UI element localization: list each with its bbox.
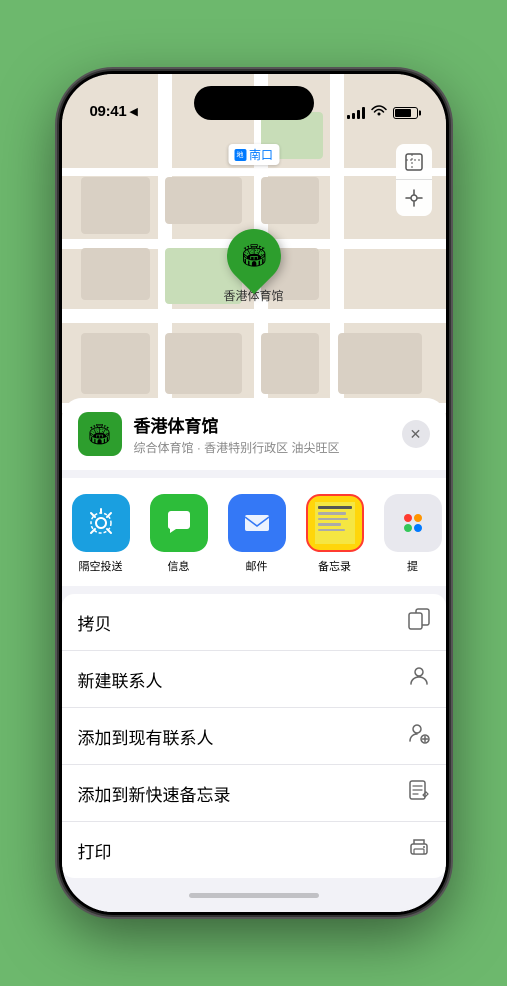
share-item-messages[interactable]: 信息 — [140, 494, 218, 574]
action-print[interactable]: 打印 — [62, 822, 446, 878]
bottom-sheet: 🏟 香港体育馆 综合体育馆 · 香港特别行政区 油尖旺区 ✕ — [62, 398, 446, 912]
mail-icon — [228, 494, 286, 552]
share-item-airdrop[interactable]: 隔空投送 — [62, 494, 140, 574]
home-indicator — [189, 893, 319, 898]
airdrop-icon — [72, 494, 130, 552]
add-note-label: 添加到新快速备忘录 — [78, 781, 231, 806]
location-label: 地 南口 — [228, 144, 279, 165]
add-note-icon — [408, 779, 430, 807]
phone-inner: 09:41 ◀ — [62, 74, 446, 912]
print-label: 打印 — [78, 838, 112, 863]
share-item-notes[interactable]: 备忘录 — [296, 494, 374, 574]
notes-icon — [306, 494, 364, 552]
location-card: 🏟 香港体育馆 综合体育馆 · 香港特别行政区 油尖旺区 ✕ — [62, 398, 446, 470]
messages-label: 信息 — [168, 558, 190, 574]
notes-label: 备忘录 — [318, 558, 351, 574]
add-existing-label: 添加到现有联系人 — [78, 724, 214, 749]
map-controls — [396, 144, 432, 216]
signal-bar-3 — [357, 110, 360, 119]
wifi-icon — [371, 105, 387, 120]
signal-bar-4 — [362, 107, 365, 119]
new-contact-icon — [408, 665, 430, 693]
more-icon — [384, 494, 442, 552]
location-icon: ◀ — [129, 105, 137, 118]
location-button[interactable] — [396, 180, 432, 216]
location-info: 香港体育馆 综合体育馆 · 香港特别行政区 油尖旺区 — [134, 412, 390, 456]
phone-frame: 09:41 ◀ — [59, 71, 449, 915]
pin-bubble: 🏟 — [215, 218, 291, 294]
status-time: 09:41 — [90, 103, 127, 120]
location-name: 香港体育馆 — [134, 412, 390, 437]
copy-label: 拷贝 — [78, 610, 112, 635]
map-type-button[interactable] — [396, 144, 432, 180]
pin-icon: 🏟 — [240, 243, 268, 269]
location-venue-icon: 🏟 — [78, 412, 122, 456]
status-icons — [347, 105, 418, 120]
close-button[interactable]: ✕ — [402, 420, 430, 448]
add-existing-icon — [408, 722, 430, 750]
battery-fill — [395, 109, 412, 117]
map-pin: 🏟 香港体育馆 — [223, 229, 283, 304]
mail-label: 邮件 — [246, 558, 268, 574]
location-address: 综合体育馆 · 香港特别行政区 油尖旺区 — [134, 439, 390, 456]
action-add-existing[interactable]: 添加到现有联系人 — [62, 708, 446, 765]
new-contact-label: 新建联系人 — [78, 667, 163, 692]
share-row: 隔空投送 信息 — [62, 478, 446, 586]
signal-bar-1 — [347, 115, 350, 119]
action-new-contact[interactable]: 新建联系人 — [62, 651, 446, 708]
print-icon — [408, 836, 430, 864]
action-add-note[interactable]: 添加到新快速备忘录 — [62, 765, 446, 822]
home-indicator-area — [62, 878, 446, 912]
action-list: 拷贝 新建联系人 — [62, 594, 446, 878]
action-copy[interactable]: 拷贝 — [62, 594, 446, 651]
messages-icon — [150, 494, 208, 552]
share-item-mail[interactable]: 邮件 — [218, 494, 296, 574]
dynamic-island — [194, 86, 314, 120]
signal-bar-2 — [352, 113, 355, 119]
share-item-more[interactable]: 提 — [374, 494, 446, 574]
battery-icon — [393, 107, 418, 119]
copy-icon — [408, 608, 430, 636]
airdrop-label: 隔空投送 — [79, 558, 123, 574]
more-label: 提 — [407, 558, 418, 574]
label-square-icon: 地 — [234, 149, 246, 161]
signal-bars — [347, 107, 365, 119]
